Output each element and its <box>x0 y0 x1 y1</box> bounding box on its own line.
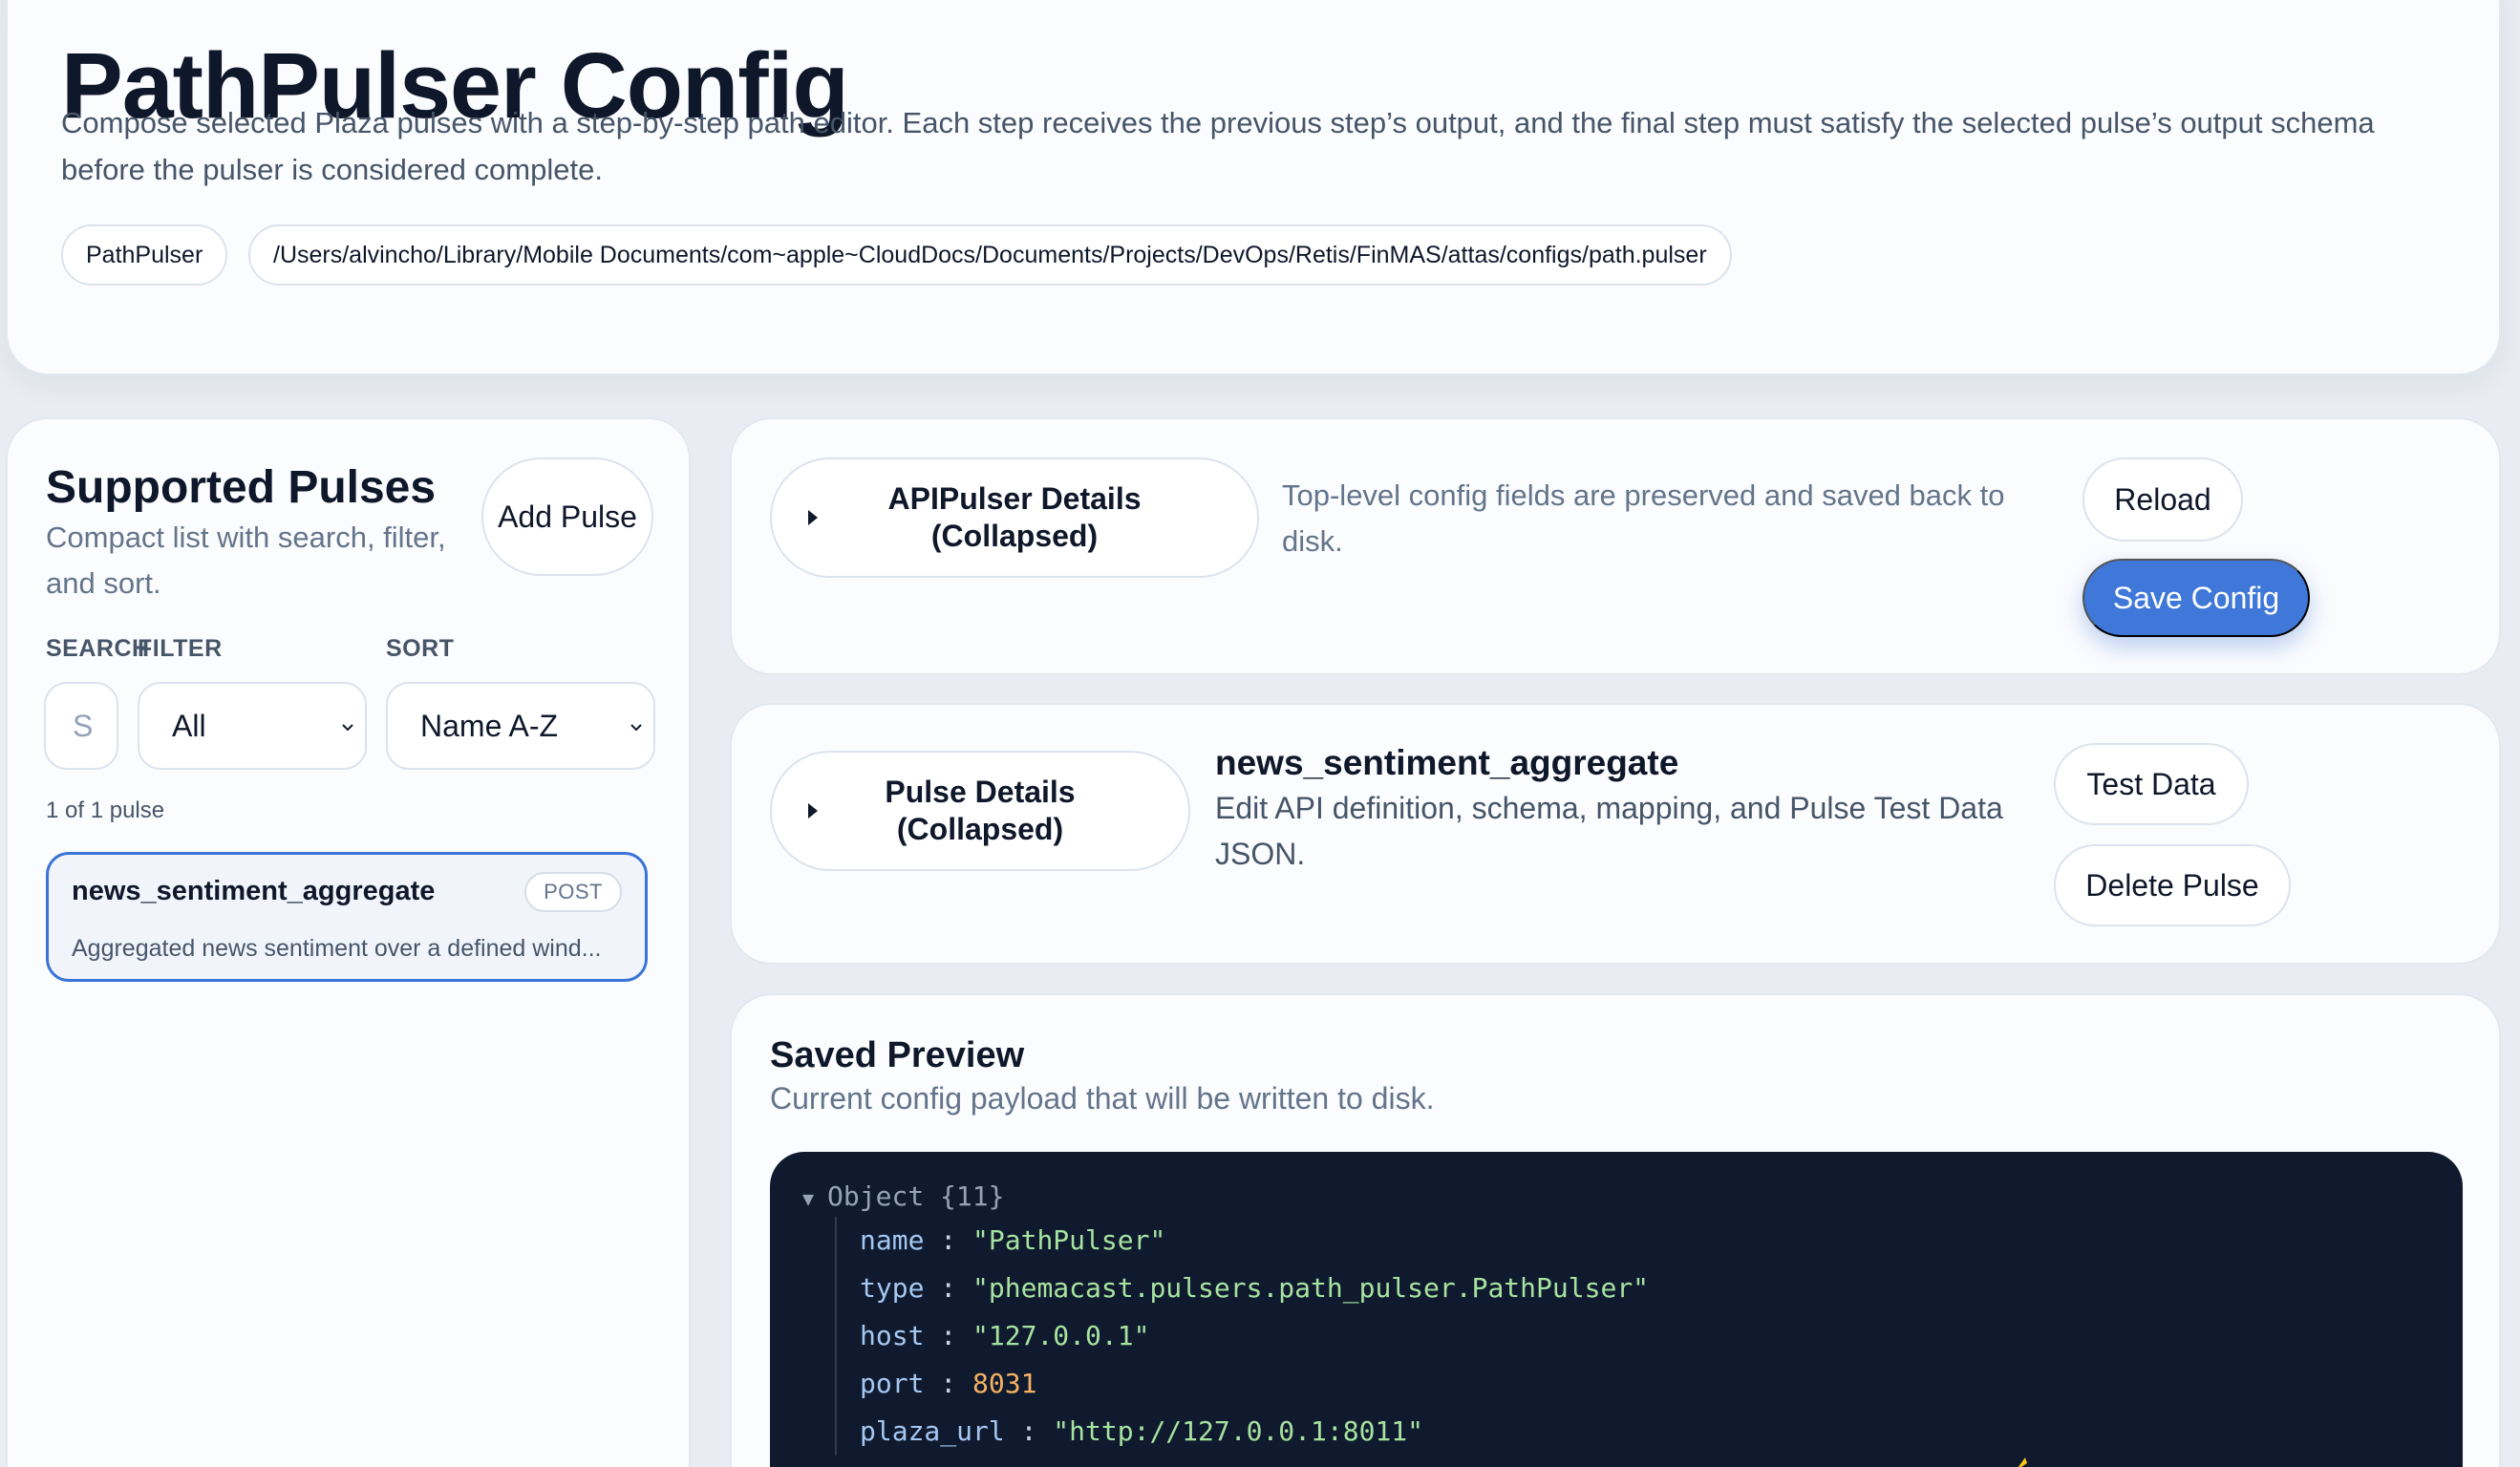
pulse-toggle-label: Pulse Details (Collapsed) <box>885 775 1076 846</box>
chevron-down-icon <box>342 724 353 732</box>
preview-title: Saved Preview <box>770 1035 1025 1075</box>
json-separator: : <box>924 1224 973 1256</box>
preview-description: Current config payload that will be writ… <box>770 1081 1435 1116</box>
sort-select[interactable]: Name A-Z <box>386 682 655 770</box>
pulse-details-card: Pulse Details (Collapsed) news_sentiment… <box>730 703 2501 965</box>
supported-pulses-panel: Supported Pulses Compact list with searc… <box>6 417 691 1467</box>
json-line: name : "PathPulser" <box>860 1217 1649 1265</box>
filter-value: All <box>172 708 206 743</box>
chevron-down-icon <box>630 724 642 732</box>
json-separator: : <box>924 1272 973 1304</box>
json-key: host <box>860 1320 925 1351</box>
apipulser-details-toggle[interactable]: APIPulser Details (Collapsed) <box>770 457 1259 578</box>
saved-preview-card: Saved Preview Current config payload tha… <box>730 993 2501 1467</box>
caret-right-icon <box>808 803 818 819</box>
search-placeholder: S <box>73 708 94 743</box>
delete-pulse-button[interactable]: Delete Pulse <box>2054 844 2291 926</box>
header-card: PathPulser Config Compose selected Plaza… <box>6 0 2501 375</box>
sidebar-description: Compact list with search, filter, and so… <box>46 521 446 600</box>
apipulser-note: Top-level config fields are preserved an… <box>1282 478 2005 558</box>
json-separator: : <box>1004 1415 1054 1447</box>
test-data-button[interactable]: Test Data <box>2054 743 2249 825</box>
pulse-count: 1 of 1 pulse <box>46 797 165 823</box>
json-key: type <box>860 1272 925 1304</box>
filter-select[interactable]: All <box>138 682 367 770</box>
json-line: port : 8031 <box>860 1360 1649 1408</box>
pulser-name-pill: PathPulser <box>61 224 228 286</box>
json-preview[interactable]: ▼ Object {11} name : "PathPulser" type : "… <box>770 1152 2463 1467</box>
caret-down-icon: ▼ <box>802 1187 815 1210</box>
json-key: port <box>860 1368 925 1399</box>
json-line: plaza_url : "http://127.0.0.1:8011" <box>860 1408 1649 1456</box>
pulse-item-description: Aggregated news sentiment over a defined… <box>72 935 602 962</box>
reload-button[interactable]: Reload <box>2082 457 2243 542</box>
json-value: 8031 <box>972 1368 1037 1399</box>
selected-pulse-title: news_sentiment_aggregate <box>1215 743 1679 782</box>
json-value: "127.0.0.1" <box>972 1320 1150 1351</box>
pulse-item-name: news_sentiment_aggregate <box>72 876 436 906</box>
json-separator: : <box>924 1368 973 1399</box>
sidebar-title: Supported Pulses <box>46 462 437 513</box>
caret-right-icon <box>808 510 818 525</box>
json-line: host : "127.0.0.1" <box>860 1312 1649 1360</box>
search-label: SEARCH <box>46 635 150 662</box>
sort-label: SORT <box>386 635 455 662</box>
pulse-list-item[interactable]: news_sentiment_aggregate POST Aggregated… <box>46 852 648 982</box>
object-toggle[interactable]: ▼ Object {11} <box>802 1180 1004 1212</box>
object-properties: name : "PathPulser" type : "phemacast.pul… <box>835 1217 1649 1456</box>
json-key: plaza_url <box>860 1415 1005 1447</box>
search-input[interactable]: S <box>44 682 118 770</box>
apipulser-toggle-label: APIPulser Details (Collapsed) <box>887 481 1142 553</box>
mouse-cursor-icon <box>2018 1457 2027 1467</box>
json-separator: : <box>924 1320 973 1351</box>
method-badge: POST <box>524 872 622 912</box>
filter-label: FILTER <box>138 635 223 662</box>
add-pulse-button[interactable]: Add Pulse <box>481 457 653 576</box>
selected-pulse-note: Edit API definition, schema, mapping, an… <box>1215 791 2003 871</box>
json-value: "PathPulser" <box>972 1224 1166 1256</box>
save-config-button[interactable]: Save Config <box>2082 559 2310 637</box>
sort-value: Name A-Z <box>420 708 559 743</box>
page-description: Compose selected Plaza pulses with a ste… <box>61 106 2375 186</box>
config-path-pill: /Users/alvincho/Library/Mobile Documents… <box>248 224 1732 286</box>
json-value: "http://127.0.0.1:8011" <box>1053 1415 1424 1447</box>
json-value: "phemacast.pulsers.path_pulser.PathPulse… <box>972 1272 1650 1304</box>
apipulser-card: APIPulser Details (Collapsed) Top-level … <box>730 417 2501 675</box>
json-line: type : "phemacast.pulsers.path_pulser.Pa… <box>860 1265 1649 1312</box>
json-key: name <box>860 1224 925 1256</box>
object-label: Object {11} <box>827 1180 1005 1212</box>
pulse-details-toggle[interactable]: Pulse Details (Collapsed) <box>770 751 1190 871</box>
